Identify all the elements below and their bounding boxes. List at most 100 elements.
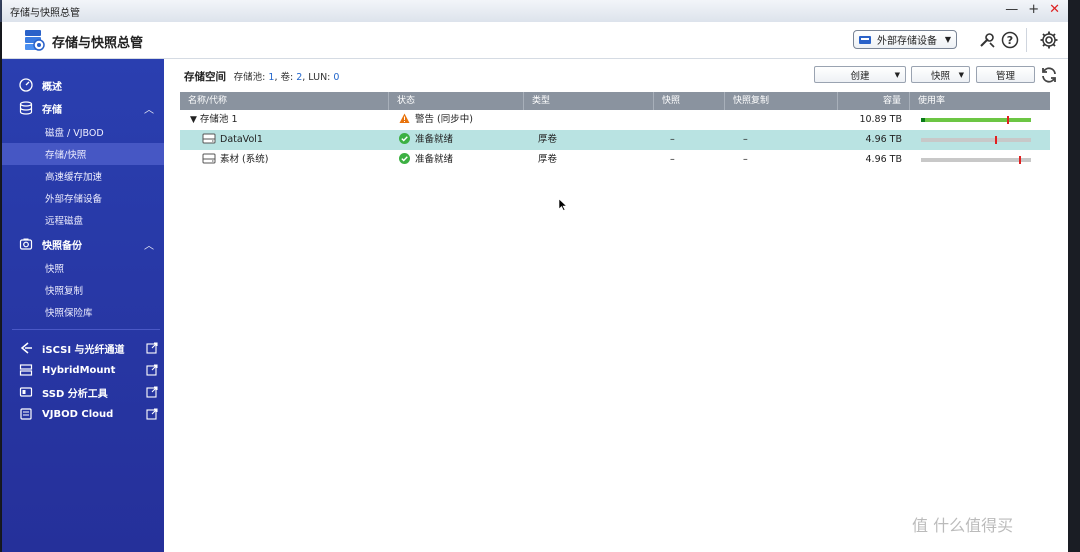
sidebar-item-snapshot-vault[interactable]: 快照保险库 — [2, 301, 164, 323]
help-icon[interactable]: ? — [1001, 31, 1019, 49]
table-row-volume[interactable]: 素材 (系统) 准备就绪 厚卷 – – 4.96 TB — [180, 150, 1050, 170]
create-button[interactable]: 创建 ▼ — [814, 66, 906, 83]
pool-status: 警告 (同步中) — [415, 114, 473, 125]
snapshot-button-label: 快照 — [930, 70, 950, 82]
table-header: 名称/代称 状态 类型 快照 快照复制 容量 使用率 — [180, 92, 1050, 110]
chevron-up-icon[interactable]: ︿ — [144, 101, 154, 116]
sidebar-item-cache-acceleration[interactable]: 高速缓存加速 — [2, 165, 164, 187]
ssd-icon — [18, 384, 34, 400]
external-link-icon[interactable] — [146, 342, 158, 354]
sidebar-link-ssd-tool[interactable]: SSD 分析工具 — [2, 382, 164, 402]
manage-button[interactable]: 管理 — [976, 66, 1035, 83]
volume-name-cell: 素材 (系统) — [202, 150, 390, 170]
sidebar-item-label: 概述 — [42, 81, 62, 93]
volume-capacity: 4.96 TB — [865, 154, 903, 165]
chevron-down-icon: ▼ — [958, 70, 964, 79]
iscsi-icon — [18, 340, 34, 356]
sidebar-section-snapshot-backup[interactable]: 快照备份 ︿ — [2, 234, 164, 254]
collapse-arrow-icon[interactable]: ▼ — [190, 115, 197, 125]
window-title: 存储与快照总管 — [10, 8, 80, 19]
screen-edge — [1068, 0, 1080, 552]
chevron-up-icon[interactable]: ︿ — [144, 237, 154, 252]
database-icon — [18, 100, 34, 116]
external-link-icon[interactable] — [146, 408, 158, 420]
volume-type: 厚卷 — [538, 134, 558, 145]
title-bar: 存储与快照总管 — + ✕ — [2, 0, 1068, 23]
volume-status-cell: 准备就绪 — [399, 130, 529, 150]
dashboard-icon — [18, 77, 34, 93]
maximize-button[interactable]: + — [1028, 2, 1039, 18]
column-header-status[interactable]: 状态 — [389, 92, 524, 110]
sidebar-item-overview[interactable]: 概述 — [2, 75, 164, 95]
gear-icon[interactable] — [1039, 30, 1059, 50]
ok-check-icon — [399, 153, 410, 164]
threshold-marker — [1007, 116, 1009, 124]
sidebar-item-storage-snapshots[interactable]: 存储/快照 — [2, 143, 164, 165]
watermark: 值 什么值得买 — [912, 516, 1014, 535]
create-button-label: 创建 — [850, 70, 870, 82]
volume-snapshot: – — [670, 134, 675, 145]
hybridmount-icon — [18, 362, 34, 378]
pool-usage-fill — [921, 118, 925, 122]
volume-icon — [202, 153, 216, 164]
summary-lun-count: 0 — [333, 72, 340, 83]
sidebar-item-snapshot-replica[interactable]: 快照复制 — [2, 279, 164, 301]
external-storage-dropdown[interactable]: 外部存储设备 ▼ — [853, 30, 957, 49]
pool-status-cell: 警告 (同步中) — [399, 110, 529, 130]
storage-app-icon — [25, 30, 45, 51]
snapshot-button[interactable]: 快照 ▼ — [911, 66, 970, 83]
volume-usage-bar — [921, 156, 1031, 164]
threshold-marker — [995, 136, 997, 144]
storage-summary: 存储池: 1, 卷: 2, LUN: 0 — [234, 72, 340, 83]
summary-pool-label: 存储池: — [233, 72, 266, 83]
sidebar-link-label: iSCSI 与光纤通道 — [42, 344, 125, 356]
table-row-pool[interactable]: ▼ 存储池 1 警告 (同步中) 10.89 TB — [180, 110, 1050, 130]
minimize-button[interactable]: — — [1005, 2, 1018, 18]
sidebar-section-label: 快照备份 — [42, 240, 82, 252]
volume-capacity: 4.96 TB — [865, 134, 903, 145]
mouse-cursor-icon — [559, 199, 567, 211]
sidebar-link-iscsi[interactable]: iSCSI 与光纤通道 — [2, 338, 164, 358]
volume-type: 厚卷 — [538, 154, 558, 165]
external-link-icon[interactable] — [146, 386, 158, 398]
volume-status: 准备就绪 — [415, 154, 454, 165]
sidebar-item-disks-vjbod[interactable]: 磁盘 / VJBOD — [2, 121, 164, 143]
cloud-disk-icon — [18, 406, 34, 422]
volume-usage-bar — [921, 136, 1031, 144]
app-title: 存储与快照总管 — [52, 36, 144, 51]
column-header-type[interactable]: 类型 — [524, 92, 654, 110]
table-row-volume[interactable]: DataVol1 准备就绪 厚卷 – – 4.96 TB — [180, 130, 1050, 150]
external-link-icon[interactable] — [146, 364, 158, 376]
column-header-snapshot-replica[interactable]: 快照复制 — [725, 92, 838, 110]
sidebar-link-label: SSD 分析工具 — [42, 388, 108, 400]
snapshot-backup-icon — [18, 236, 34, 252]
external-drive-icon — [859, 35, 871, 44]
sidebar-item-snapshot[interactable]: 快照 — [2, 257, 164, 279]
summary-volume-label: , 卷: — [274, 72, 294, 83]
tools-icon[interactable] — [978, 31, 996, 49]
column-header-capacity[interactable]: 容量 — [838, 92, 910, 110]
sidebar-item-remote-disk[interactable]: 远程磁盘 — [2, 209, 164, 231]
page-title-text: 存储空间 — [184, 71, 226, 83]
sidebar-link-hybridmount[interactable]: HybridMount — [2, 360, 164, 380]
storage-manager-window: 存储与快照总管 — + ✕ 存储与快照总管 外部存储设备 ▼ ? 概述 存储 ︿… — [2, 0, 1068, 552]
volume-snapshot-replica: – — [743, 154, 748, 165]
pool-capacity: 10.89 TB — [859, 114, 902, 125]
column-header-name[interactable]: 名称/代称 — [180, 92, 389, 110]
sidebar-section-storage[interactable]: 存储 ︿ — [2, 98, 164, 118]
refresh-icon[interactable] — [1040, 66, 1058, 84]
sidebar-link-vjbod-cloud[interactable]: VJBOD Cloud — [2, 404, 164, 424]
pool-name-cell: ▼ 存储池 1 — [190, 110, 390, 130]
sidebar-item-external-storage[interactable]: 外部存储设备 — [2, 187, 164, 209]
close-button[interactable]: ✕ — [1049, 2, 1060, 18]
svg-text:?: ? — [1007, 34, 1013, 47]
sidebar-link-label: HybridMount — [42, 364, 116, 376]
pool-usage-bar — [921, 116, 1031, 124]
pool-name: 存储池 1 — [199, 114, 238, 125]
app-header: 存储与快照总管 外部存储设备 ▼ ? — [2, 22, 1068, 59]
ok-check-icon — [399, 133, 410, 144]
volume-snapshot-replica: – — [743, 134, 748, 145]
column-header-snapshot[interactable]: 快照 — [654, 92, 725, 110]
column-header-usage[interactable]: 使用率 — [910, 92, 1050, 110]
warning-icon — [399, 113, 410, 123]
